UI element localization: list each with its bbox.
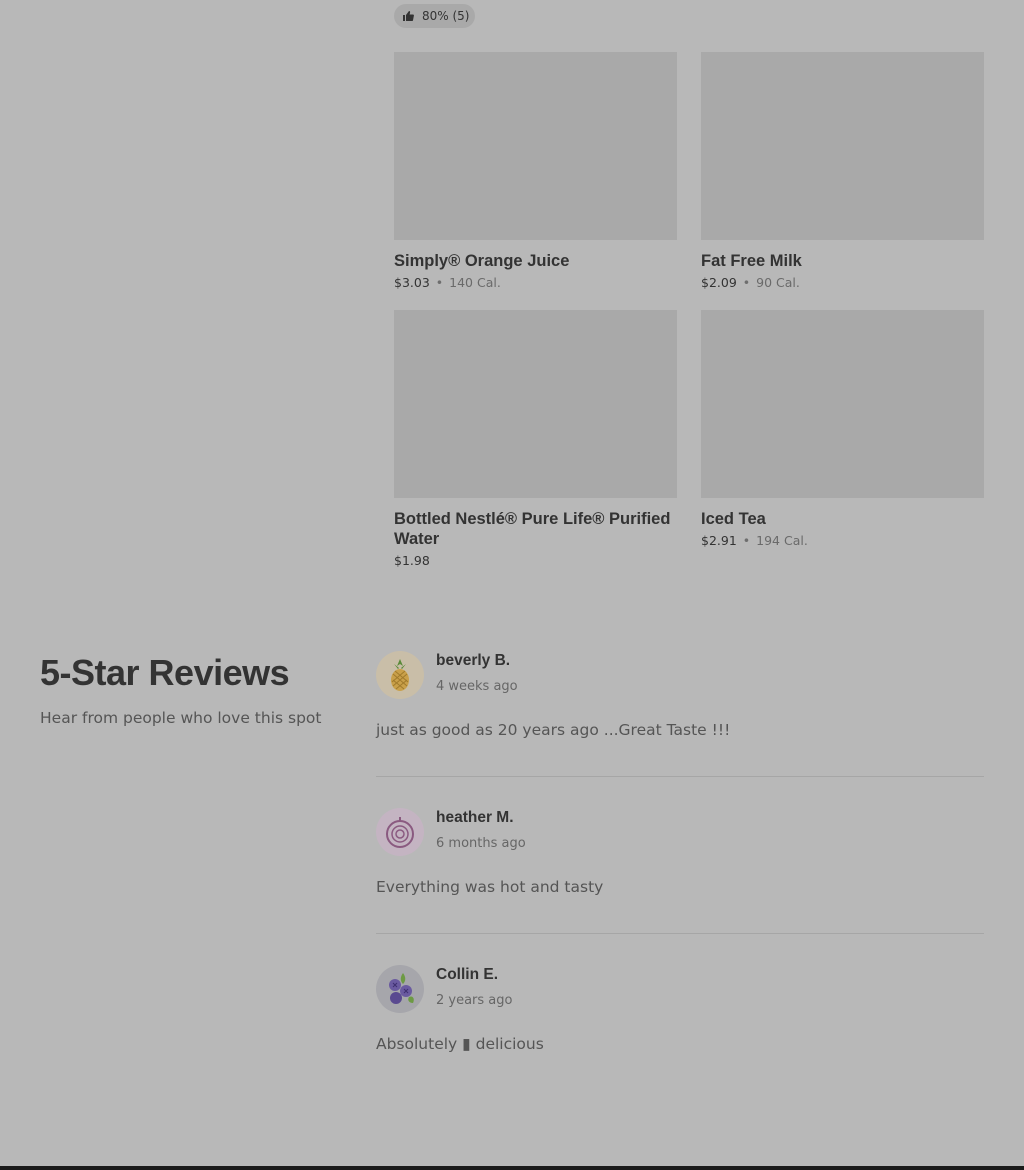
review-author: Collin E.: [436, 966, 498, 983]
review-text: Absolutely ▮ delicious: [376, 1035, 544, 1053]
item-meta: $1.98: [394, 553, 677, 569]
pineapple-icon: [391, 659, 409, 691]
item-name: Bottled Nestlé® Pure Life® Purified Wate…: [394, 510, 671, 548]
item-name: Simply® Orange Juice: [394, 252, 570, 270]
item-calories: 194 Cal.: [756, 533, 808, 548]
item-meta: $2.91 • 194 Cal.: [701, 533, 984, 549]
menu-item-iced-tea[interactable]: Iced Tea $2.91 • 194 Cal.: [701, 310, 984, 549]
review-date: 4 weeks ago: [436, 679, 518, 694]
divider: [376, 933, 984, 934]
review-date: 2 years ago: [436, 993, 513, 1008]
item-calories: 90 Cal.: [756, 275, 800, 290]
item-price: $1.98: [394, 553, 430, 568]
review-card: Collin E. 2 years ago Absolutely ▮ delic…: [376, 965, 984, 1055]
review-card: heather M. 6 months ago Everything was h…: [376, 808, 984, 898]
item-image[interactable]: [394, 52, 677, 240]
item-meta: $2.09 • 90 Cal.: [701, 275, 984, 291]
item-price: $2.09: [701, 275, 737, 290]
meta-separator: •: [742, 533, 751, 548]
bottom-edge-bar: [0, 1166, 1024, 1170]
rating-label: 80% (5): [422, 9, 470, 23]
avatar[interactable]: [376, 651, 424, 699]
thumbs-up-icon: [403, 11, 414, 21]
reviews-subtitle: Hear from people who love this spot: [40, 709, 322, 727]
avatar[interactable]: [376, 808, 424, 856]
review-card: beverly B. 4 weeks ago just as good as 2…: [376, 651, 984, 741]
item-meta: $3.03 • 140 Cal.: [394, 275, 677, 291]
rating-badge: 80% (5): [394, 4, 475, 28]
item-calories: 140 Cal.: [449, 275, 501, 290]
item-name: Fat Free Milk: [701, 252, 802, 270]
menu-item-orange-juice[interactable]: Simply® Orange Juice $3.03 • 140 Cal.: [394, 52, 677, 291]
onion-icon: [386, 817, 414, 848]
review-text: Everything was hot and tasty: [376, 878, 604, 896]
reviews-title: 5-Star Reviews: [40, 652, 290, 693]
review-author: heather M.: [436, 809, 514, 826]
menu-item-bottled-water[interactable]: Bottled Nestlé® Pure Life® Purified Wate…: [394, 310, 677, 569]
item-price: $3.03: [394, 275, 430, 290]
review-text: just as good as 20 years ago ...Great Ta…: [376, 721, 731, 739]
item-image[interactable]: [701, 52, 984, 240]
item-image[interactable]: [701, 310, 984, 498]
review-author: beverly B.: [436, 652, 511, 669]
divider: [376, 776, 984, 777]
meta-separator: •: [435, 275, 444, 290]
menu-item-fat-free-milk[interactable]: Fat Free Milk $2.09 • 90 Cal.: [701, 52, 984, 291]
item-image[interactable]: [394, 310, 677, 498]
avatar[interactable]: [376, 965, 424, 1013]
meta-separator: •: [742, 275, 751, 290]
item-price: $2.91: [701, 533, 737, 548]
blueberry-icon: [389, 973, 414, 1004]
item-name: Iced Tea: [701, 510, 766, 528]
review-date: 6 months ago: [436, 836, 526, 851]
